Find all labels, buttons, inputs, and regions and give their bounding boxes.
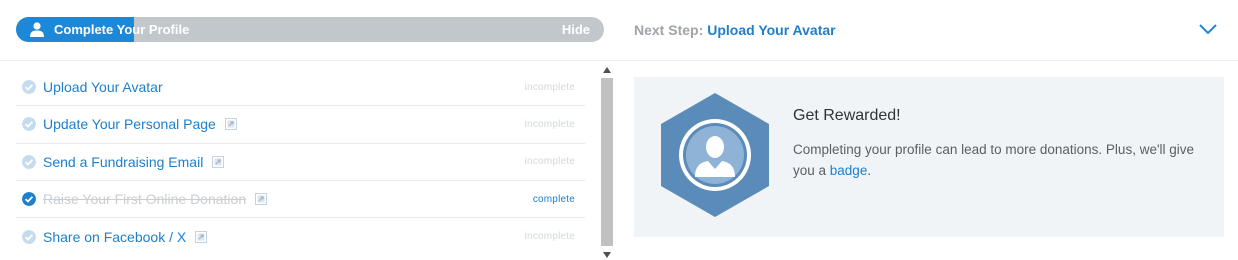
user-icon — [30, 22, 44, 37]
check-circle-icon — [22, 80, 36, 95]
scroll-up-arrow-icon[interactable] — [603, 67, 611, 73]
task-status: complete — [532, 193, 575, 205]
check-circle-icon — [22, 229, 36, 244]
reward-panel: Get Rewarded! Completing your profile ca… — [634, 77, 1224, 237]
task-status: incomplete — [524, 118, 575, 130]
check-circle-icon — [22, 154, 36, 169]
external-link-icon[interactable] — [212, 155, 225, 168]
avatar-badge-icon — [661, 93, 769, 217]
task-row[interactable]: Update Your Personal Page incomplete — [16, 106, 585, 144]
hide-button[interactable]: Hide — [562, 22, 590, 37]
profile-progress-bar[interactable]: Complete Your Profile Hide — [16, 17, 604, 42]
task-status: incomplete — [524, 156, 575, 168]
next-step-link[interactable]: Upload Your Avatar — [707, 22, 835, 38]
scroll-thumb[interactable] — [601, 78, 613, 246]
reward-desc-end: . — [867, 163, 872, 178]
task-status: incomplete — [524, 231, 575, 243]
reward-description: Completing your profile can lead to more… — [793, 139, 1203, 181]
task-label[interactable]: Raise Your First Online Donation — [43, 191, 246, 207]
scroll-down-arrow-icon[interactable] — [603, 252, 611, 258]
next-step-label: Next Step: — [634, 22, 704, 38]
badge-link[interactable]: badge — [830, 163, 868, 178]
task-row[interactable]: Send a Fundraising Email incomplete — [16, 144, 585, 181]
check-circle-icon — [22, 117, 36, 132]
chevron-down-icon[interactable] — [1198, 22, 1218, 36]
task-row[interactable]: Share on Facebook / X incomplete — [16, 218, 585, 255]
task-list: Upload Your Avatar incomplete Update Your … — [16, 69, 585, 260]
reward-title: Get Rewarded! — [793, 107, 901, 124]
task-row[interactable]: Upload Your Avatar incomplete — [16, 69, 585, 107]
task-label[interactable]: Upload Your Avatar — [43, 79, 163, 95]
task-row[interactable]: Raise Your First Online Donation complete — [16, 181, 585, 219]
external-link-icon[interactable] — [195, 230, 208, 243]
check-circle-icon — [22, 192, 36, 207]
scrollbar[interactable] — [600, 66, 614, 260]
task-status: incomplete — [524, 81, 575, 93]
task-label[interactable]: Share on Facebook / X — [43, 229, 186, 245]
profile-title: Complete Your Profile — [54, 22, 190, 37]
external-link-icon[interactable] — [255, 193, 268, 206]
task-label[interactable]: Send a Fundraising Email — [43, 154, 203, 170]
task-label[interactable]: Update Your Personal Page — [43, 116, 216, 132]
header-divider — [0, 60, 1238, 61]
external-link-icon[interactable] — [224, 118, 237, 131]
next-step: Next Step: Upload Your Avatar — [634, 22, 836, 38]
